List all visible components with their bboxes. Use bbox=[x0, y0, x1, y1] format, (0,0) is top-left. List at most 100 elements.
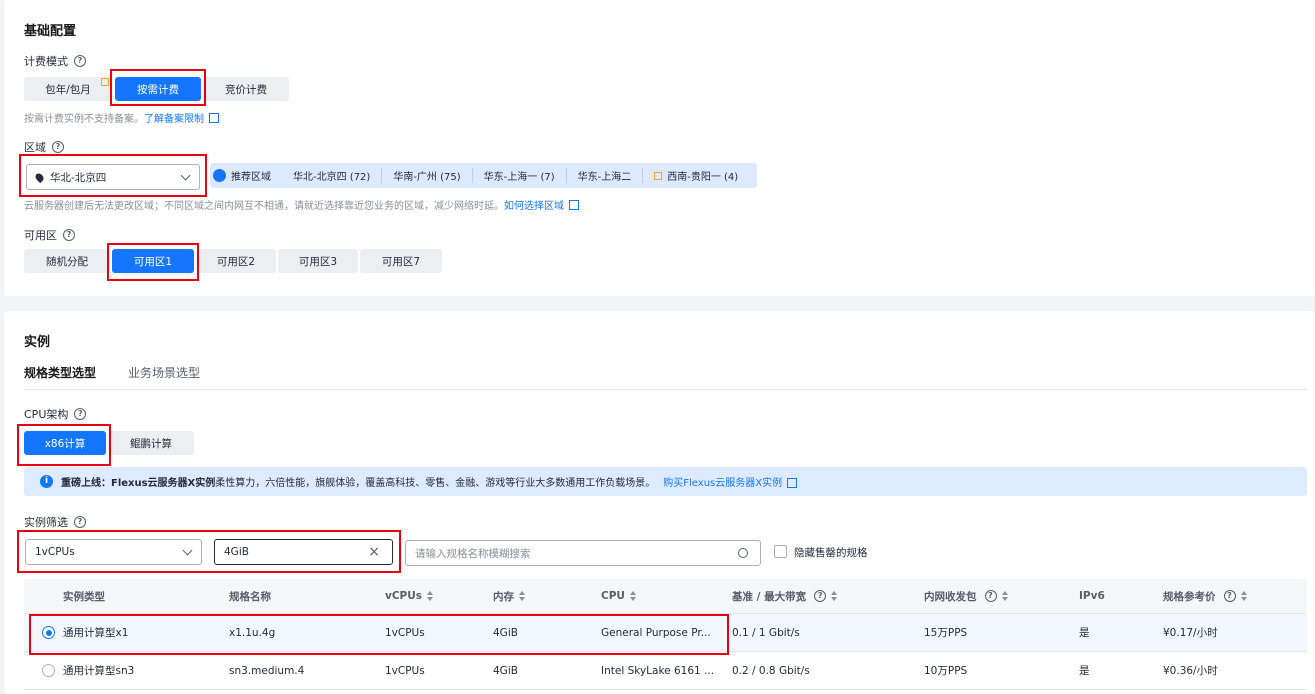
header-vcpus-text: vCPUs bbox=[385, 590, 423, 602]
highlight-box bbox=[107, 243, 199, 281]
notice-text: 柔性算力，六倍性能，旗舰体验，覆盖高科技、零售、金融、游戏等行业大多数通用工作负… bbox=[215, 478, 656, 489]
sort-icon[interactable] bbox=[629, 591, 637, 601]
row-radio[interactable] bbox=[42, 664, 55, 677]
highlight-box bbox=[19, 154, 207, 197]
cell-bandwidth: 0.2 / 0.8 Gbit/s bbox=[732, 664, 810, 677]
billing-note: 按需计费实例不支持备案。了解备案限制 bbox=[24, 110, 219, 125]
recommended-region-item-text: 西南-贵阳一 (4) bbox=[667, 172, 739, 183]
header-spec-name: 规格名称 bbox=[229, 579, 271, 613]
filing-limit-link[interactable]: 了解备案限制 bbox=[144, 114, 204, 125]
flexus-notice: i 重磅上线：Flexus云服务器X实例 柔性算力，六倍性能，旗舰体验，覆盖高科… bbox=[24, 467, 1307, 496]
header-bandwidth[interactable]: 基准 / 最大带宽? bbox=[732, 579, 838, 613]
sort-icon[interactable] bbox=[427, 591, 434, 601]
cell-price: ¥0.36/小时 bbox=[1163, 665, 1218, 677]
az-label: 可用区 ? bbox=[24, 227, 75, 243]
tab-spec-type[interactable]: 规格类型选型 bbox=[24, 364, 96, 381]
highlight-box bbox=[110, 69, 206, 106]
region-label-text: 区域 bbox=[24, 141, 46, 154]
cell-cpu: Intel SkyLake 6161 ... bbox=[601, 664, 713, 677]
header-price[interactable]: 规格参考价? bbox=[1163, 579, 1248, 613]
search-placeholder: 请输入规格名称模糊搜索 bbox=[415, 547, 531, 560]
header-pps-text: 内网收发包 bbox=[924, 590, 977, 603]
table-row[interactable]: 通用计算型sn3 sn3.medium.4 1vCPUs 4GiB Intel … bbox=[24, 652, 1307, 690]
sort-icon[interactable] bbox=[1240, 591, 1248, 601]
external-link-icon[interactable] bbox=[209, 113, 219, 123]
cell-pps: 10万PPS bbox=[924, 665, 968, 677]
cpu-arch-label-text: CPU架构 bbox=[24, 408, 69, 421]
choose-region-link[interactable]: 如何选择区域 bbox=[504, 201, 564, 212]
az-label-text: 可用区 bbox=[24, 229, 57, 242]
billing-mode-label-text: 计费模式 bbox=[24, 55, 68, 68]
flexus-buy-link[interactable]: 购买Flexus云服务器X实例 bbox=[663, 474, 782, 489]
recommended-region-item[interactable]: 西南-贵阳一 (4) bbox=[642, 168, 749, 183]
highlight-box bbox=[29, 614, 729, 655]
instance-filter-label: 实例筛选 ? bbox=[24, 514, 86, 530]
recommended-region-item[interactable]: 华东-上海一 (7) bbox=[471, 168, 566, 183]
header-instance-type: 实例类型 bbox=[63, 590, 105, 603]
header-bandwidth-text: 基准 / 最大带宽 bbox=[732, 590, 807, 603]
info-icon: i bbox=[40, 475, 53, 488]
external-link-icon[interactable] bbox=[787, 477, 798, 488]
region-note: 云服务器创建后无法更改区域；不同区域之间内网互不相通，请就近选择靠近您业务的区域… bbox=[24, 197, 579, 212]
header-ipv6: IPv6 bbox=[1079, 579, 1105, 613]
recommended-label: 推荐区域 bbox=[231, 172, 271, 183]
external-link-icon[interactable] bbox=[569, 200, 579, 210]
table-header: 实例类型 规格名称 vCPUs 内存 CPU 基准 / 最大带宽? 内网收发包?… bbox=[24, 579, 1307, 614]
sort-icon[interactable] bbox=[519, 591, 526, 601]
hide-sold-out-checkbox[interactable] bbox=[774, 545, 787, 558]
help-icon[interactable]: ? bbox=[74, 516, 86, 528]
cell-memory: 4GiB bbox=[493, 664, 518, 677]
cpu-arch-label: CPU架构 ? bbox=[24, 406, 87, 422]
tab-business-scene[interactable]: 业务场景选型 bbox=[128, 364, 200, 381]
header-pps[interactable]: 内网收发包? bbox=[924, 579, 1009, 613]
highlight-box bbox=[17, 424, 111, 466]
az-option-random[interactable]: 随机分配 bbox=[24, 249, 110, 273]
cell-ipv6: 是 bbox=[1079, 627, 1090, 639]
search-icon[interactable] bbox=[738, 548, 748, 558]
help-icon[interactable]: ? bbox=[74, 408, 87, 420]
header-price-text: 规格参考价 bbox=[1163, 590, 1216, 603]
help-icon[interactable]: ? bbox=[814, 590, 827, 602]
header-cpu-text: CPU bbox=[601, 590, 625, 602]
az-option-7[interactable]: 可用区7 bbox=[360, 249, 442, 273]
billing-mode-label: 计费模式 ? bbox=[24, 53, 86, 69]
az-option-2[interactable]: 可用区2 bbox=[196, 249, 276, 273]
help-icon[interactable]: ? bbox=[63, 229, 75, 241]
recommended-region-item[interactable]: 华东-上海二 bbox=[565, 168, 643, 183]
hide-sold-out-label: 隐藏售罄的规格 bbox=[794, 547, 868, 559]
spec-search-input[interactable]: 请输入规格名称模糊搜索 bbox=[405, 540, 761, 566]
instance-tabs: 规格类型选型 业务场景选型 bbox=[24, 362, 1307, 390]
cell-pps: 15万PPS bbox=[924, 627, 968, 639]
help-icon[interactable]: ? bbox=[1223, 590, 1236, 602]
region-label: 区域 ? bbox=[24, 139, 64, 155]
cell-price: ¥0.17/小时 bbox=[1163, 627, 1218, 639]
instance-filter-label-text: 实例筛选 bbox=[24, 516, 68, 529]
gift-icon bbox=[654, 172, 663, 180]
sort-icon[interactable] bbox=[1001, 591, 1009, 601]
az-option-3[interactable]: 可用区3 bbox=[278, 249, 358, 273]
recommended-regions-bar: 推荐区域 华北-北京四 (72) 华南-广州 (75) 华东-上海一 (7) 华… bbox=[210, 163, 757, 188]
sort-icon[interactable] bbox=[831, 591, 838, 601]
billing-option-yearly[interactable]: 包年/包月 bbox=[24, 77, 112, 101]
notice-bold-text: 重磅上线：Flexus云服务器X实例 bbox=[61, 478, 216, 489]
header-memory[interactable]: 内存 bbox=[493, 579, 526, 613]
header-cpu[interactable]: CPU bbox=[601, 579, 637, 613]
instance-title: 实例 bbox=[24, 335, 51, 350]
header-spec-name-text: 规格名称 bbox=[229, 590, 271, 603]
help-icon[interactable]: ? bbox=[52, 141, 64, 153]
help-icon[interactable]: ? bbox=[984, 590, 997, 602]
cpu-arch-kunpeng[interactable]: 鲲鹏计算 bbox=[108, 431, 194, 455]
cell-vcpus: 1vCPUs bbox=[385, 664, 425, 677]
help-icon[interactable]: ? bbox=[74, 55, 86, 67]
basic-config-title: 基础配置 bbox=[24, 24, 77, 39]
cell-ipv6: 是 bbox=[1079, 665, 1090, 677]
region-note-text: 云服务器创建后无法更改区域；不同区域之间内网互不相通，请就近选择靠近您业务的区域… bbox=[24, 201, 504, 212]
header-vcpus[interactable]: vCPUs bbox=[385, 579, 434, 613]
cell-bandwidth: 0.1 / 1 Gbit/s bbox=[732, 626, 800, 639]
recommended-region-item[interactable]: 华南-广州 (75) bbox=[381, 168, 471, 183]
recommended-region-item[interactable]: 华北-北京四 (72) bbox=[282, 168, 381, 183]
billing-note-text: 按需计费实例不支持备案。 bbox=[24, 114, 144, 125]
gift-icon bbox=[101, 78, 109, 86]
billing-option-spot[interactable]: 竞价计费 bbox=[203, 77, 289, 101]
cell-instance-type: 通用计算型sn3 bbox=[63, 665, 135, 677]
